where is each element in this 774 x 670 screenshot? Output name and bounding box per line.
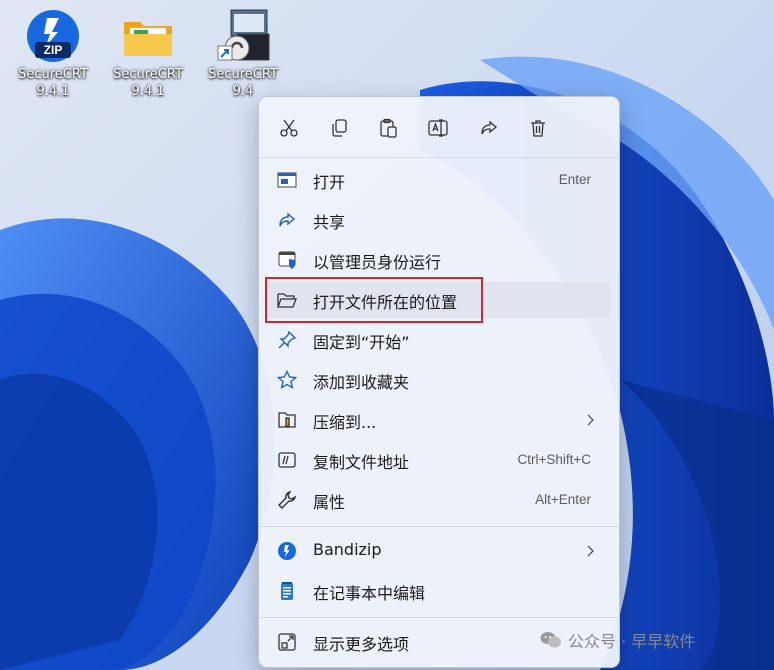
compress-icon	[277, 410, 297, 430]
menu-item-label: 打开	[313, 173, 346, 192]
desktop-icon-securecrt-zip[interactable]: ZIP SecureCRT 9.4.1	[8, 8, 98, 116]
menu-item-pin-to-start[interactable]: 固定到“开始”	[265, 322, 611, 358]
notepad-icon	[277, 581, 297, 601]
copy-path-icon	[277, 450, 297, 470]
pin-icon	[277, 330, 297, 350]
menu-item-shortcut: Enter	[558, 172, 591, 187]
chevron-right-icon	[587, 414, 594, 426]
menu-item-share[interactable]: 共享	[265, 202, 611, 238]
menu-item-compress-to[interactable]: 压缩到...	[265, 402, 611, 438]
bandizip-zip-icon: ZIP	[25, 8, 81, 64]
menu-item-run-as-admin[interactable]: 以管理员身份运行	[265, 242, 611, 278]
chevron-right-icon	[587, 545, 594, 557]
menu-item-edit-in-notepad[interactable]: 在记事本中编辑	[265, 573, 611, 609]
delete-button[interactable]	[523, 113, 553, 143]
share-icon	[277, 210, 297, 230]
menu-separator	[259, 157, 619, 158]
menu-item-properties[interactable]: 属性 Alt+Enter	[265, 482, 611, 518]
copy-icon	[332, 119, 347, 137]
wrench-icon	[277, 490, 297, 510]
open-app-icon	[277, 170, 297, 190]
menu-item-copy-file-path[interactable]: 复制文件地址 Ctrl+Shift+C	[265, 442, 611, 478]
menu-item-shortcut: Alt+Enter	[535, 492, 591, 507]
menu-item-label: Bandizip	[313, 540, 382, 559]
desktop-icon-label: SecureCRT	[18, 67, 88, 82]
menu-item-label: 固定到“开始”	[313, 333, 410, 352]
watermark-text: 公众号 · 早早软件	[568, 632, 696, 651]
menu-item-add-to-favorites[interactable]: 添加到收藏夹	[265, 362, 611, 398]
bandizip-icon	[277, 541, 297, 561]
menu-item-label: 共享	[313, 213, 346, 232]
rename-button[interactable]	[423, 113, 453, 143]
menu-item-shortcut: Ctrl+Shift+C	[517, 452, 591, 467]
folder-icon	[120, 8, 176, 64]
share-icon	[481, 120, 498, 135]
rename-icon	[428, 119, 448, 137]
more-options-icon	[277, 632, 297, 652]
menu-item-label: 显示更多选项	[313, 635, 410, 654]
cut-button[interactable]	[274, 113, 304, 143]
menu-item-label: 压缩到...	[313, 413, 377, 432]
context-menu: 打开 Enter 共享 以管理员身份运行 打开文件所在的位置 固定到“开始” 添…	[258, 96, 620, 668]
securecrt-shortcut-icon	[215, 8, 271, 64]
watermark: 公众号 · 早早软件	[540, 628, 695, 652]
menu-item-label: 添加到收藏夹	[313, 373, 410, 392]
svg-text:ZIP: ZIP	[44, 43, 63, 57]
menu-item-label: 复制文件地址	[313, 453, 410, 472]
menu-item-open[interactable]: 打开 Enter	[265, 162, 611, 198]
delete-icon	[531, 120, 545, 137]
menu-item-label: 属性	[313, 493, 346, 512]
cut-icon	[280, 119, 298, 137]
star-icon	[277, 370, 297, 390]
context-menu-toolbar	[259, 97, 619, 157]
desktop-icon-label: SecureCRT	[113, 67, 183, 82]
desktop-icon-version: 9.4.1	[131, 84, 165, 99]
menu-item-label: 以管理员身份运行	[313, 253, 442, 272]
paste-button[interactable]	[373, 113, 403, 143]
paste-icon	[380, 118, 397, 138]
copy-button[interactable]	[324, 113, 354, 143]
menu-item-label: 在记事本中编辑	[313, 584, 426, 603]
wechat-icon	[540, 632, 561, 648]
desktop-icon-version: 9.4	[232, 84, 254, 99]
menu-item-bandizip[interactable]: Bandizip	[265, 533, 611, 569]
admin-shield-icon	[277, 250, 297, 270]
desktop-icon-label: SecureCRT	[208, 67, 278, 82]
menu-separator	[259, 526, 619, 527]
desktop-icon-version: 9.4.1	[36, 84, 70, 99]
share-button[interactable]	[474, 113, 504, 143]
desktop-icon-securecrt-folder[interactable]: SecureCRT 9.4.1	[103, 8, 193, 116]
menu-separator	[259, 617, 619, 618]
highlight-annotation-box	[265, 277, 483, 323]
